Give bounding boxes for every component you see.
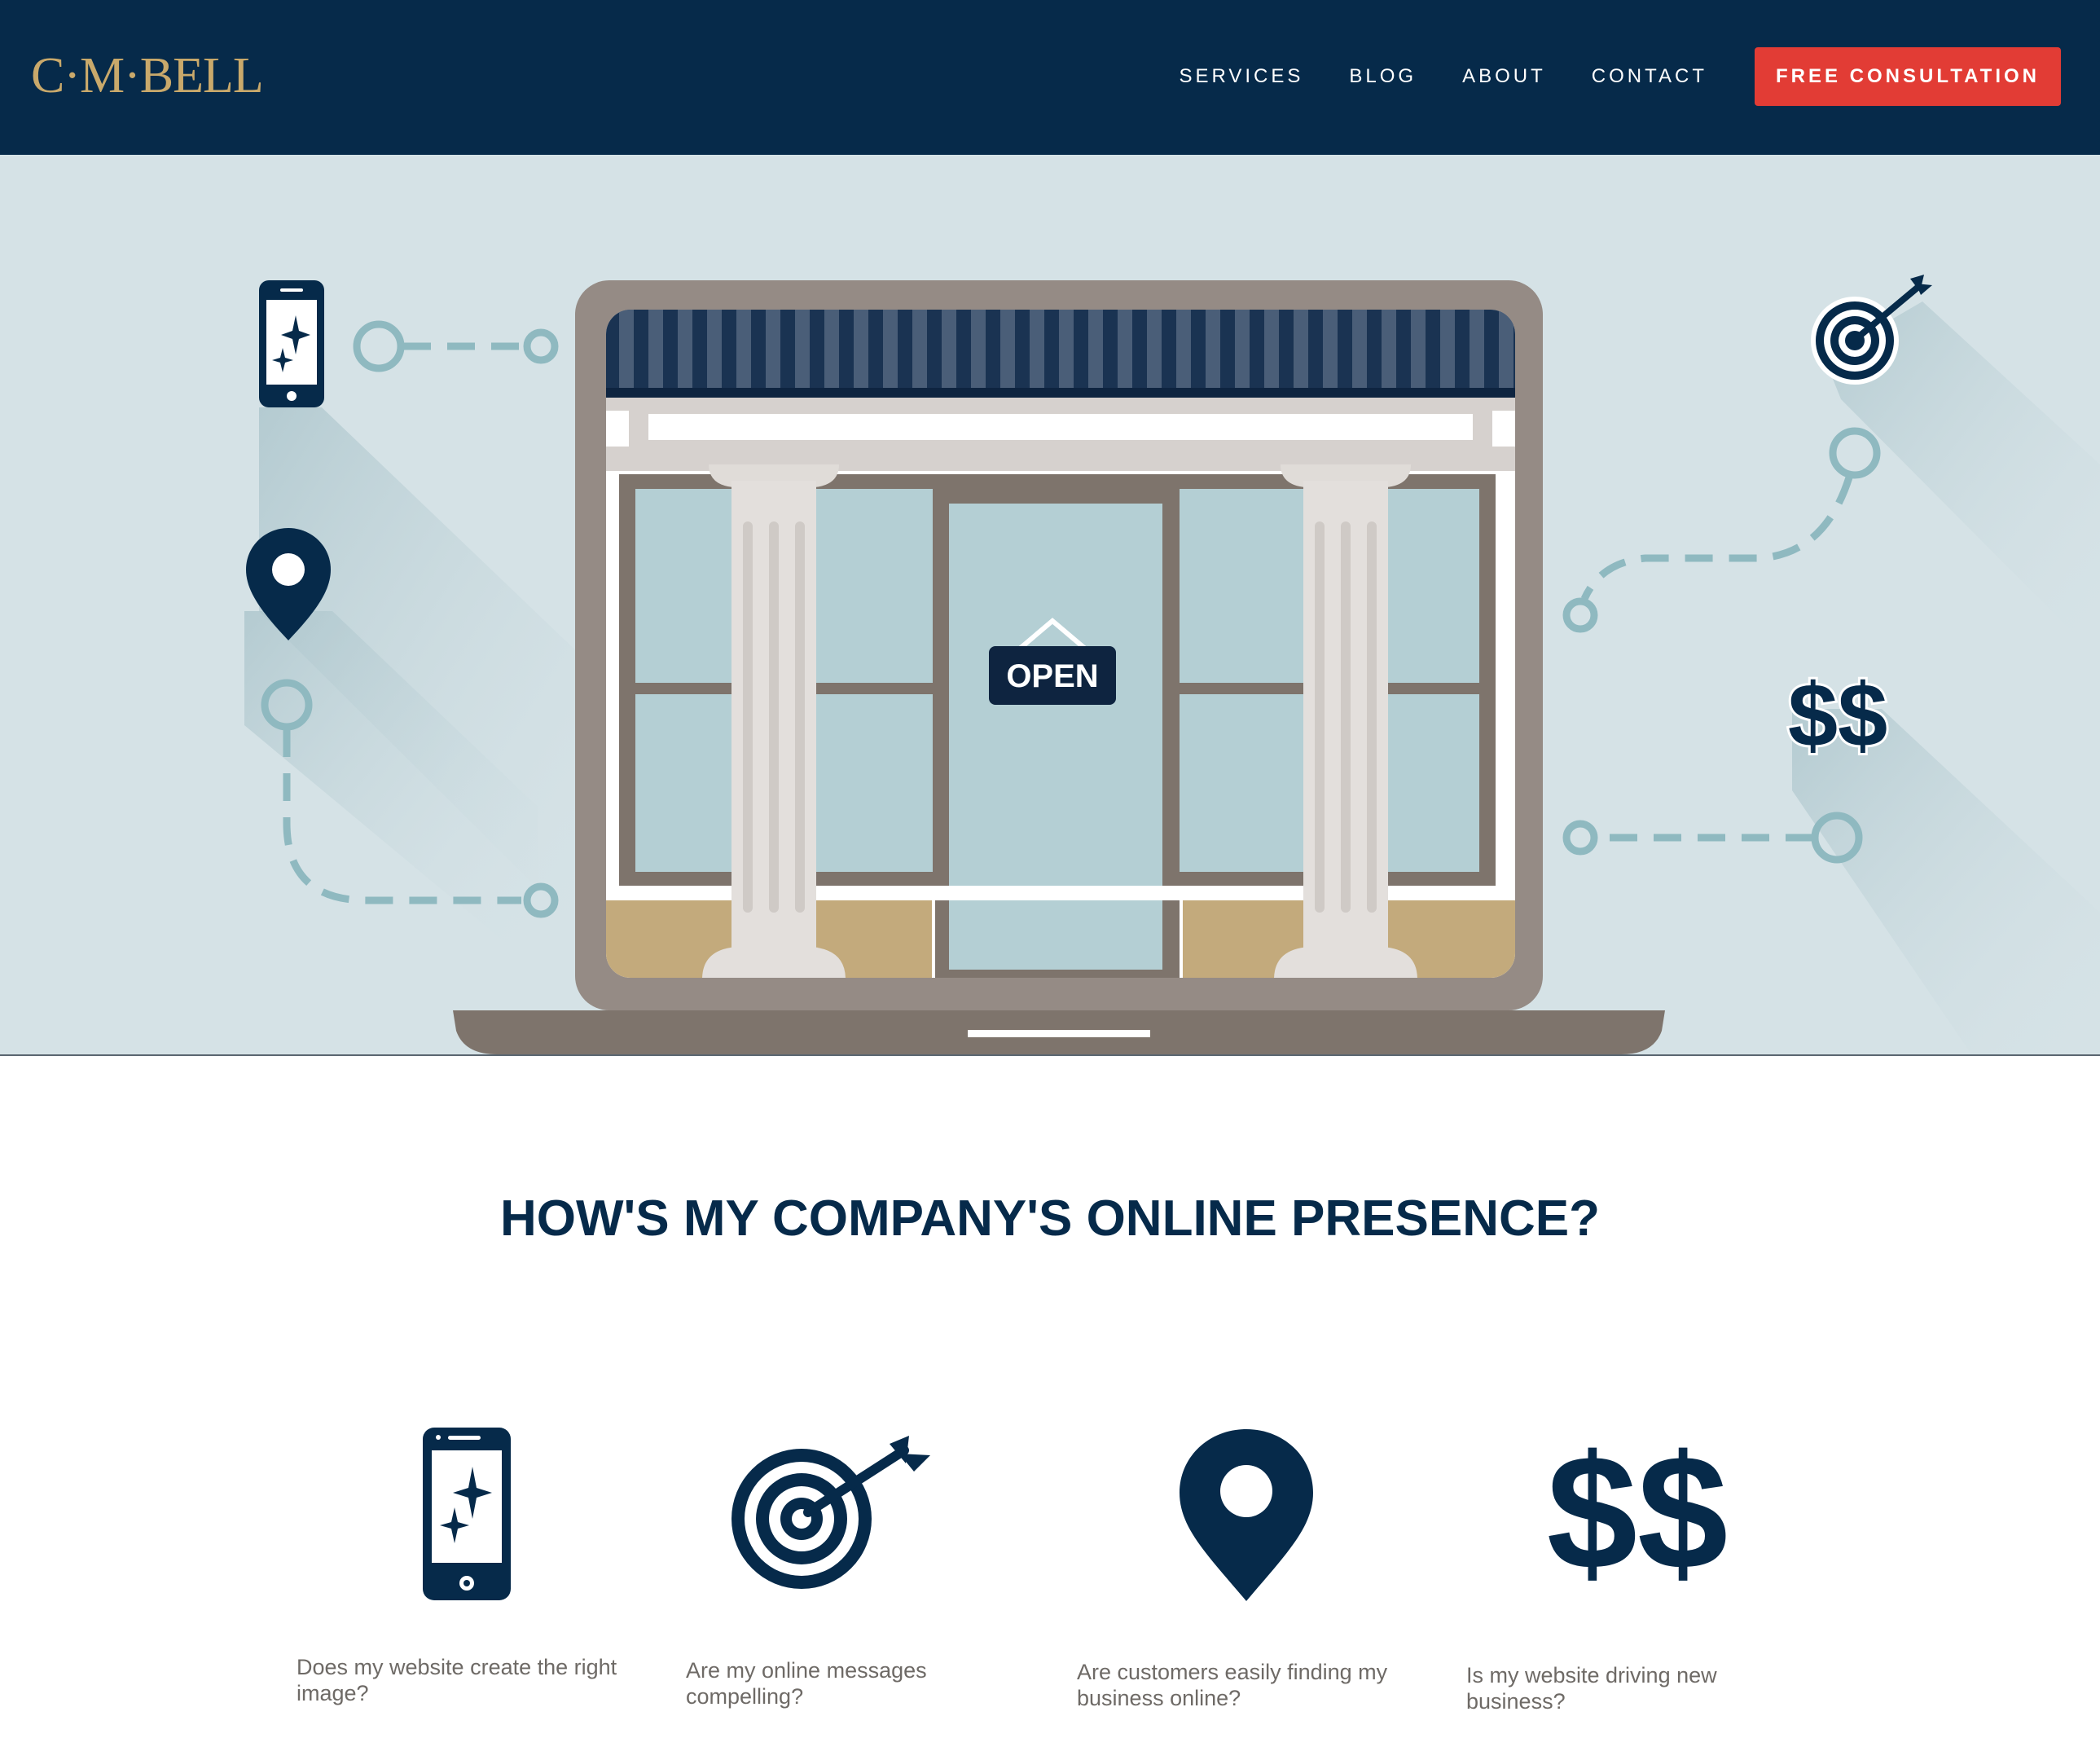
awning-stripe [1323,310,1338,388]
feature-question: Is my website driving new business? [1466,1663,1717,1714]
feature-image: Does my website create the right image? [297,1418,655,1705]
feature-question: Are customers easily finding my business… [1077,1660,1388,1710]
hero-dollar-icon: $$ [1788,666,1887,766]
logo[interactable]: C·M·BELL [31,47,264,105]
feature-question: Does my website create the right image? [297,1655,617,1705]
hero-illustration: OPEN $$ [0,155,2100,1056]
feature-messages: Are my online messages compelling? [686,1418,1044,1709]
feature-business: $$ Is my website driving new business? [1466,1418,1825,1714]
hero-phone-icon [259,280,324,407]
awning-stripe [824,310,839,388]
awning-stripe [912,310,927,388]
awning-stripe [1118,310,1132,388]
nav-blog[interactable]: BLOG [1349,65,1417,88]
awning-stripe [971,310,986,388]
awning-stripe [1294,310,1308,388]
awning-stripe [1352,310,1367,388]
laptop-trackpad-slot [968,1030,1150,1037]
free-consultation-button[interactable]: FREE CONSULTATION [1755,47,2061,106]
awning-stripe [1059,310,1074,388]
awning-stripe [1382,310,1396,388]
awning-stripe [678,310,692,388]
dollar-signs-icon: $$ [1547,1422,1728,1604]
awning-stripe [1000,310,1015,388]
awning-stripe [648,310,663,388]
awning-stripe [1235,310,1250,388]
awning-stripe [1470,310,1484,388]
awning-stripe [1499,310,1513,388]
awning-stripe [1030,310,1044,388]
feature-question: Are my online messages compelling? [686,1658,927,1709]
storefront: OPEN [606,310,1515,978]
awning-stripe [1147,310,1162,388]
awning-stripe [1411,310,1426,388]
awning-stripe [619,310,634,388]
site-header: C·M·BELL SERVICES BLOG ABOUT CONTACT FRE… [0,0,2100,155]
main-nav: SERVICES BLOG ABOUT CONTACT FREE CONSULT… [1133,47,2061,106]
awning-stripe [1088,310,1103,388]
awning-stripe [795,310,810,388]
storefront-laptop-illustration: OPEN $$ [244,275,2100,1054]
awning-stripe [1264,310,1279,388]
awning-stripe [736,310,751,388]
awning-stripe [854,310,868,388]
dollar-signs-text: $$ [1547,1422,1728,1604]
awning-stripe [883,310,898,388]
target-arrow-icon [731,1436,930,1589]
nav-services[interactable]: SERVICES [1179,65,1303,88]
awning-stripe [942,310,956,388]
awning-stripe [1206,310,1220,388]
nav-contact[interactable]: CONTACT [1592,65,1707,88]
awning-stripe [1176,310,1191,388]
section-title: HOW'S MY COMPANY'S ONLINE PRESENCE? [500,1190,1600,1247]
feature-finding: Are customers easily finding my business… [1077,1418,1435,1710]
awning-stripe [707,310,722,388]
nav-about[interactable]: ABOUT [1462,65,1546,88]
location-pin-icon [1180,1429,1313,1601]
open-sign-text: OPEN [1006,658,1098,694]
smartphone-sparkle-icon [423,1428,511,1600]
awning-stripe [766,310,780,388]
awning-stripe [1440,310,1455,388]
